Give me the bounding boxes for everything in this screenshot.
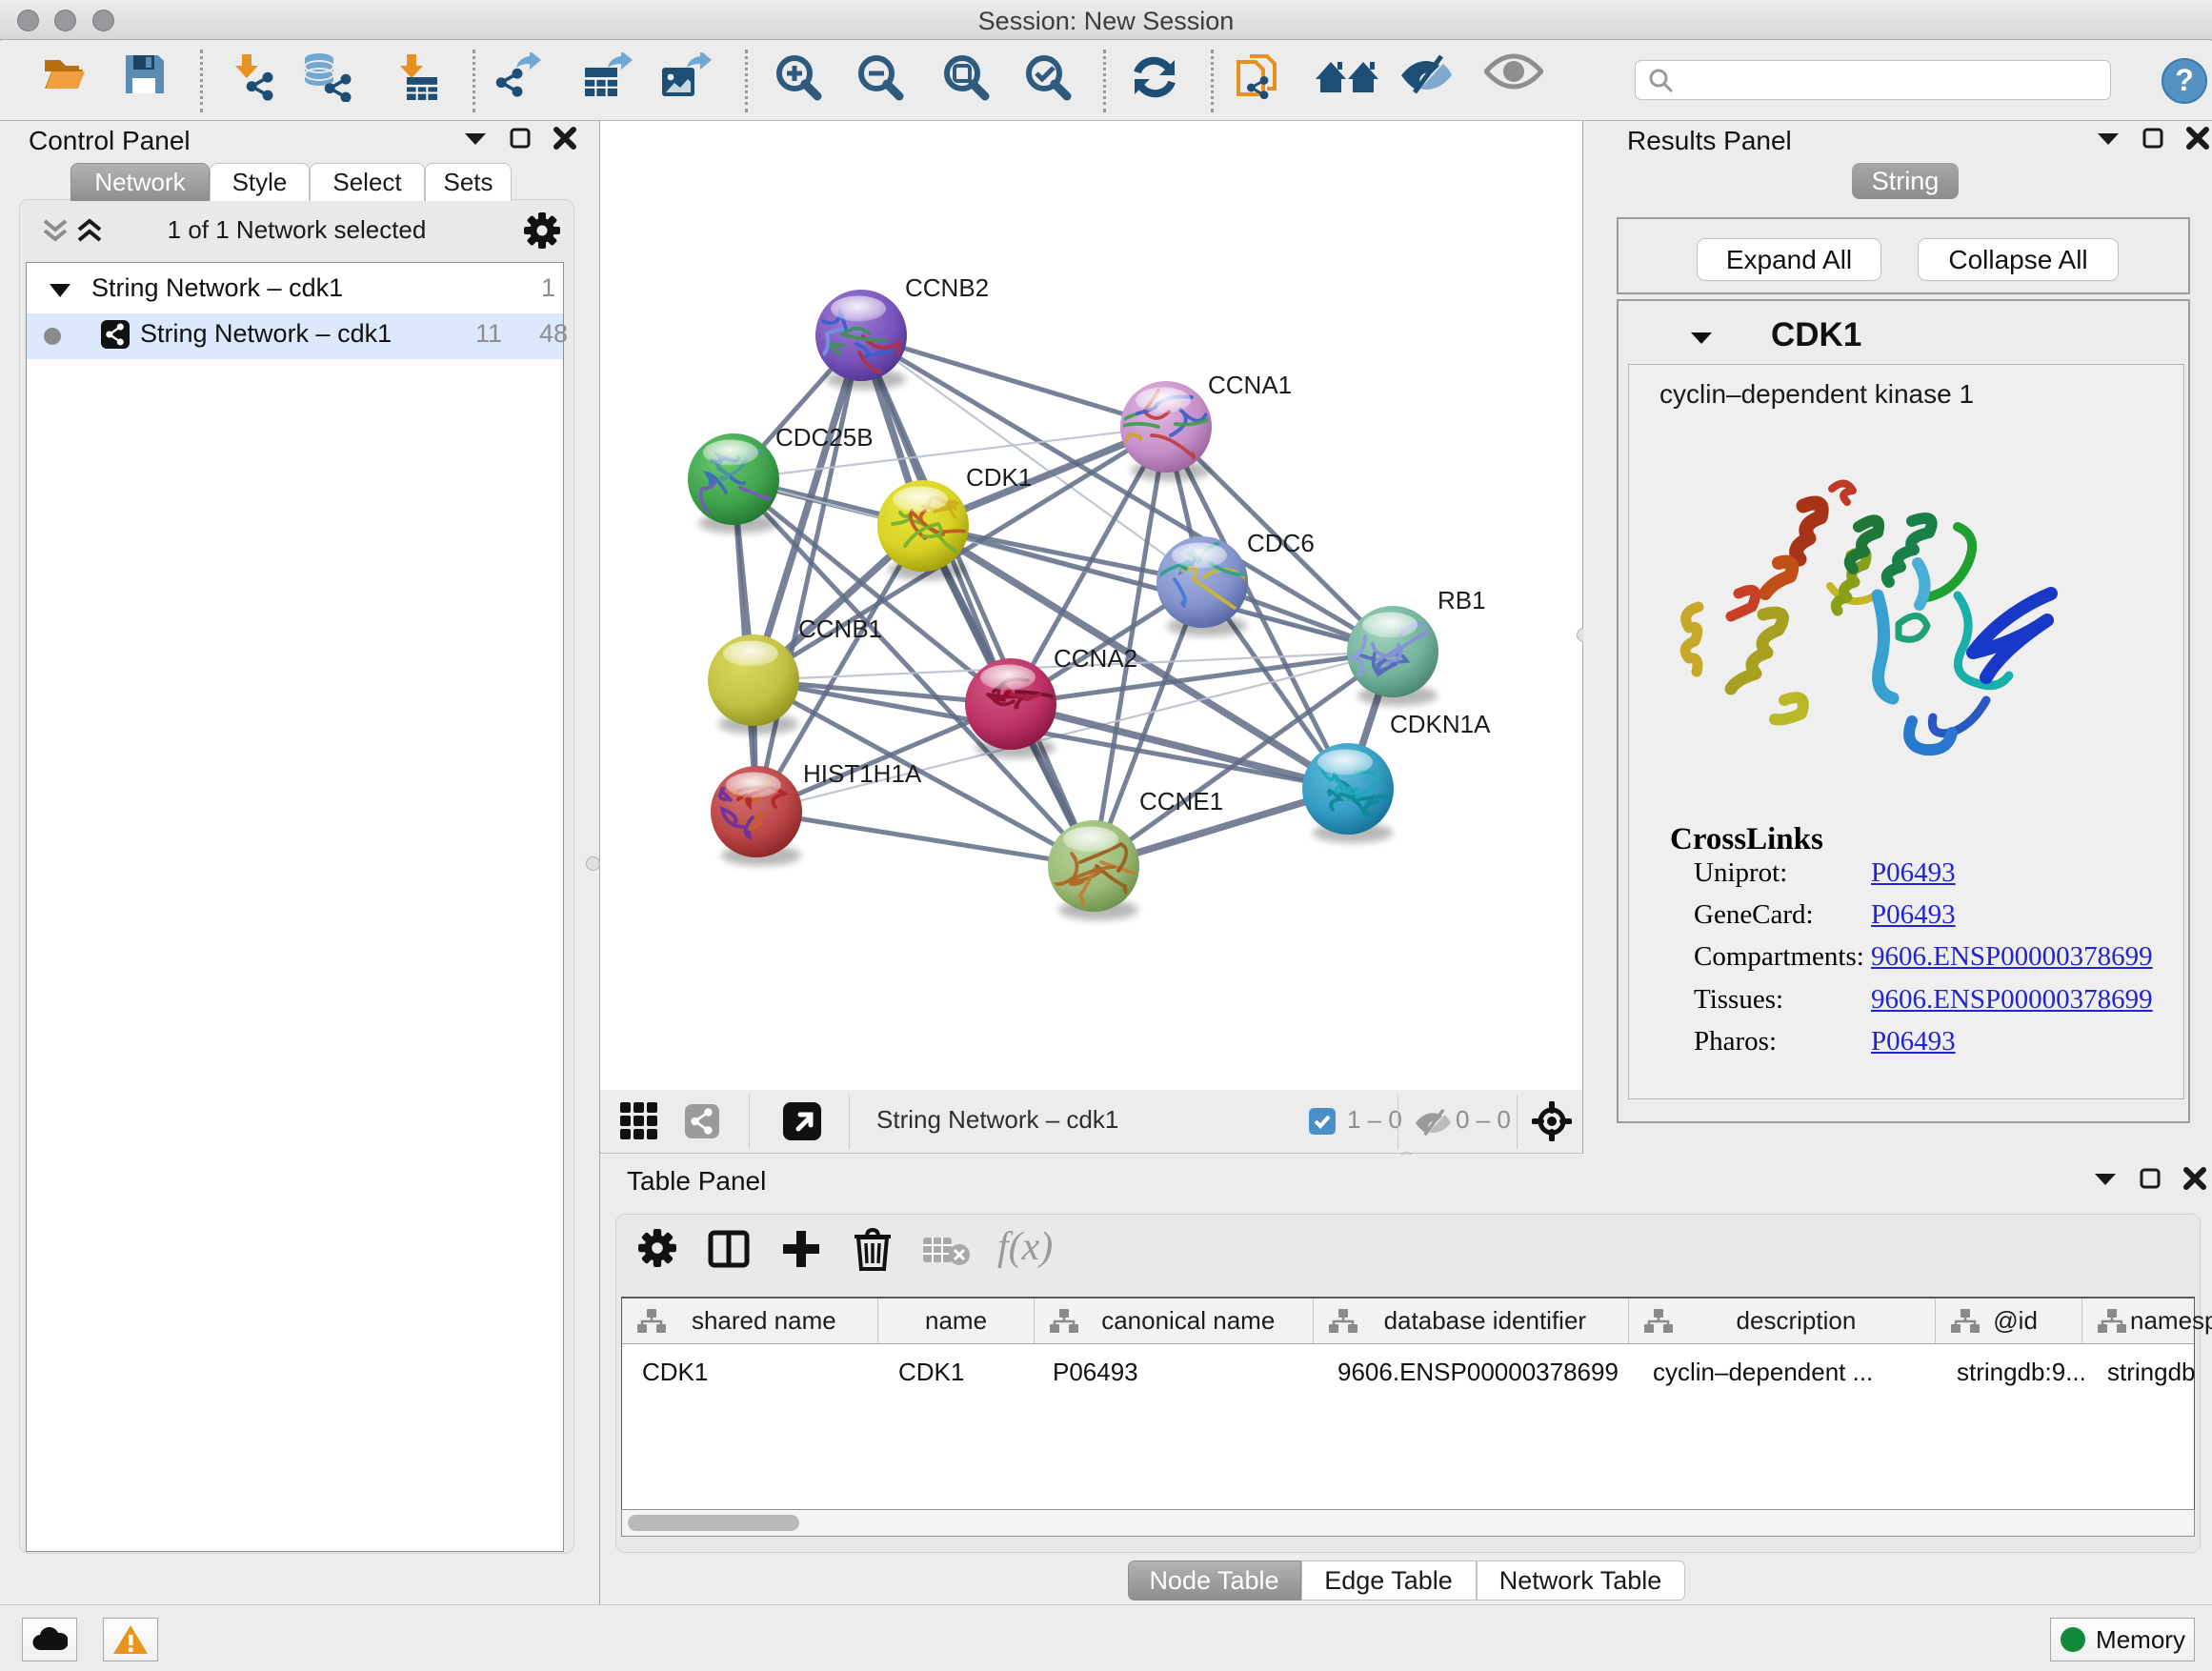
svg-text:?: ? [2175, 63, 2194, 97]
